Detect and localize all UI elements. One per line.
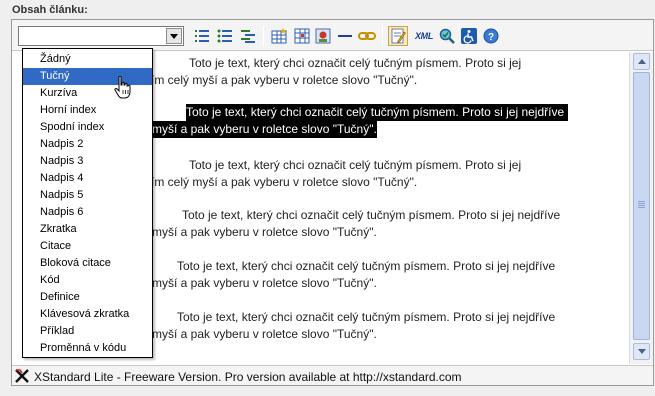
toolbar-separator: [382, 26, 383, 46]
dropdown-item[interactable]: Bloková citace: [23, 255, 152, 272]
editor-toolbar: XML ?: [12, 20, 653, 51]
dropdown-item[interactable]: Klávesová zkratka: [23, 306, 152, 323]
chevron-down-icon[interactable]: [166, 28, 182, 44]
format-select[interactable]: [18, 26, 184, 46]
vertical-scrollbar[interactable]: [629, 52, 653, 364]
chevron-up-icon: [637, 59, 646, 64]
format-dropdown-list: Žádný Tučný Kurzíva Horní index Spodní i…: [22, 48, 153, 358]
dropdown-item[interactable]: Zkratka: [23, 221, 152, 238]
edit-source-icon[interactable]: [388, 26, 408, 46]
dropdown-item[interactable]: Proměnná v kódu: [23, 340, 152, 357]
paragraph: Toto je text, který chci označit celý tu…: [152, 208, 561, 239]
field-label: Obsah článku:: [12, 4, 88, 16]
xml-icon[interactable]: XML: [412, 27, 436, 45]
insert-table-icon[interactable]: [270, 27, 288, 45]
dropdown-item[interactable]: Nadpis 3: [23, 153, 152, 170]
hand-cursor-icon: [114, 76, 131, 99]
paragraph: Toto je text, který chci označit celý tu…: [152, 259, 556, 290]
numbered-list-icon[interactable]: [193, 27, 211, 45]
xstandard-logo-icon: [15, 369, 29, 383]
dropdown-item[interactable]: Spodní index: [23, 119, 152, 136]
dropdown-item[interactable]: Příklad: [23, 323, 152, 340]
dropdown-item[interactable]: Žádný: [23, 51, 152, 68]
dropdown-item[interactable]: Horní index: [23, 102, 152, 119]
paragraph: Toto je text, který chci označit celý tu…: [152, 310, 556, 341]
scrollbar-thumb[interactable]: [633, 72, 650, 340]
bulleted-list-icon[interactable]: [216, 27, 234, 45]
horizontal-rule-icon[interactable]: [336, 27, 354, 45]
chevron-down-icon: [637, 349, 646, 354]
dropdown-item[interactable]: Nadpis 6: [23, 204, 152, 221]
insert-image-icon[interactable]: [314, 27, 332, 45]
status-text[interactable]: XStandard Lite - Freeware Version. Pro v…: [34, 370, 462, 384]
svg-text:?: ?: [488, 32, 494, 43]
spell-check-icon[interactable]: [438, 27, 456, 45]
definition-list-icon[interactable]: [239, 27, 257, 45]
hyperlink-icon[interactable]: [358, 27, 376, 45]
accessibility-icon[interactable]: [460, 27, 478, 45]
dropdown-item[interactable]: Kód: [23, 272, 152, 289]
paragraph: Toto je text, který chci označit celý tu…: [145, 158, 522, 189]
scroll-up-button[interactable]: [633, 53, 650, 70]
selected-paragraph: Toto je text, který chci označit celý tu…: [152, 104, 569, 138]
dropdown-item[interactable]: Definice: [23, 289, 152, 306]
dropdown-item[interactable]: Nadpis 5: [23, 187, 152, 204]
status-bar: XStandard Lite - Freeware Version. Pro v…: [12, 365, 653, 385]
scroll-down-button[interactable]: [633, 343, 650, 360]
toolbar-separator: [263, 26, 264, 46]
table-properties-icon[interactable]: [293, 27, 311, 45]
xml-label: XML: [414, 31, 434, 41]
dropdown-item[interactable]: Citace: [23, 238, 152, 255]
help-icon[interactable]: ?: [482, 27, 500, 45]
dropdown-item[interactable]: Nadpis 4: [23, 170, 152, 187]
dropdown-item[interactable]: Nadpis 2: [23, 136, 152, 153]
paragraph: Toto je text, který chci označit celý tu…: [145, 56, 522, 87]
